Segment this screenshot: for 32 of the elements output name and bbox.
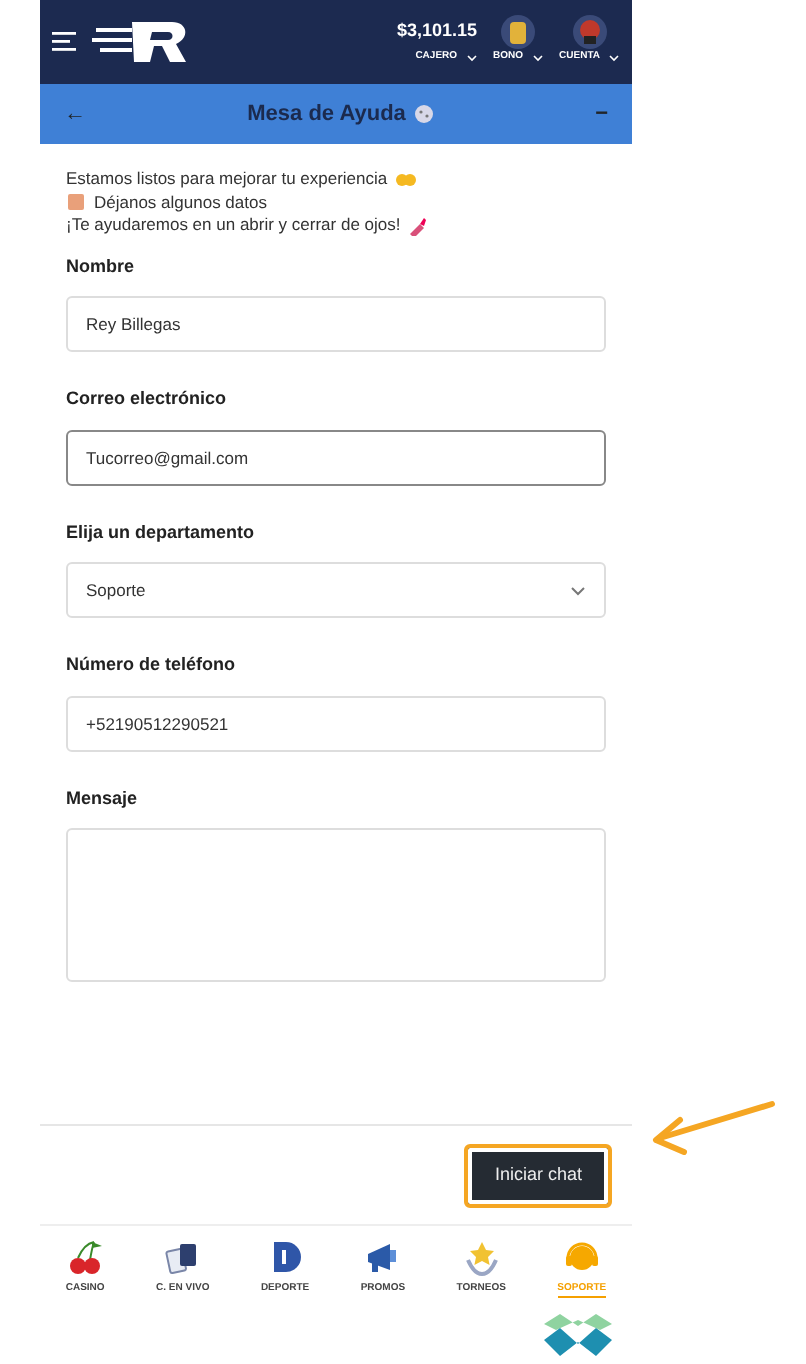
input-field[interactable]: Tucorreo@gmail.com (66, 429, 606, 485)
input-field[interactable]: +52190512290521 (66, 695, 606, 751)
department-select[interactable]: Soporte (66, 562, 606, 618)
field-label: Nombre (66, 253, 137, 279)
field-label: Elija un departamento (66, 519, 257, 546)
minimize-button[interactable]: − (595, 97, 608, 131)
headset-icon (563, 1239, 600, 1276)
start-chat-button[interactable]: Iniciar chat (464, 1143, 612, 1207)
bonus-icon[interactable] (500, 14, 537, 51)
intro-text: ¡Te ayudaremos en un abrir y cerrar de ojos! (66, 214, 401, 237)
cards-icon (164, 1240, 201, 1277)
menu-icon[interactable] (52, 32, 80, 52)
cherries-icon (67, 1240, 104, 1277)
field-label: Mensaje (66, 785, 140, 812)
avatar-icon[interactable] (571, 14, 608, 51)
chevron-icon (570, 585, 586, 595)
intro-text: Estamos listos para mejorar tu experiencia (66, 168, 388, 191)
message-field[interactable] (66, 828, 606, 982)
caret-icon (465, 54, 478, 62)
input-field[interactable]: Rey Billegas (66, 296, 606, 352)
lipstick-icon (408, 215, 429, 236)
balance-text: $3,101.15 (396, 17, 478, 44)
window-title: Mesa de Ayuda (247, 99, 406, 130)
field-label: Número de teléfono (66, 652, 238, 678)
field-label: Correo electrónico (66, 386, 229, 412)
dice-icon (413, 104, 434, 124)
back-button[interactable]: ← (64, 97, 86, 131)
trophy-icon (463, 1240, 500, 1277)
intro-text: Déjanos algunos datos (94, 191, 267, 214)
megaphone-icon (364, 1240, 401, 1277)
caret-icon (608, 54, 620, 62)
caret-icon (531, 54, 544, 62)
